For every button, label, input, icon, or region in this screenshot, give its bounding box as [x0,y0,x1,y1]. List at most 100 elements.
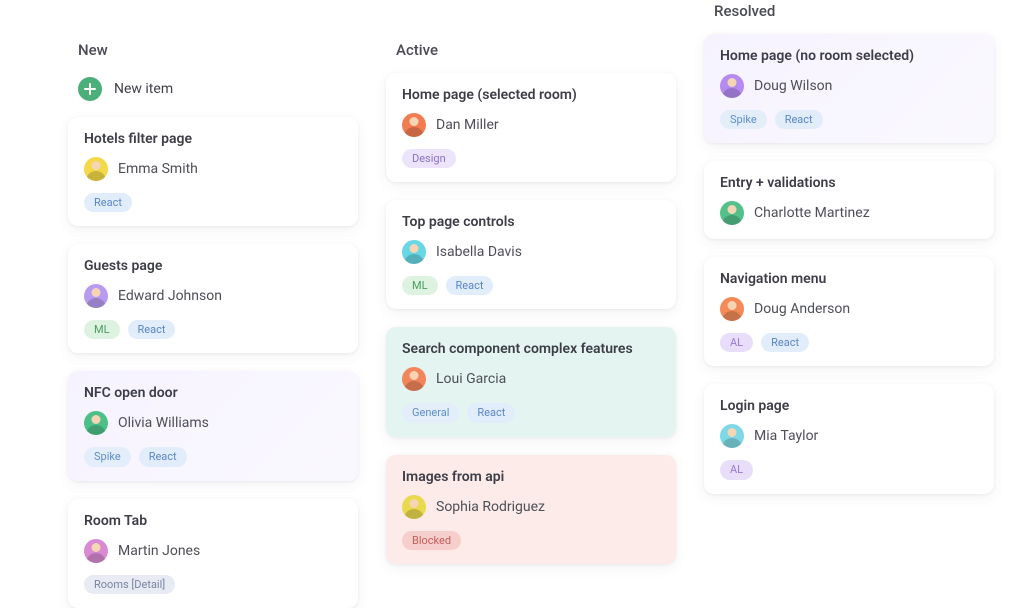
assignee-row: Doug Anderson [720,297,978,321]
column-new: New New item Hotels filter page Emma Smit… [68,36,358,608]
avatar [720,201,744,225]
pill-row: AL React [720,333,978,352]
assignee-row: Mia Taylor [720,424,978,448]
avatar [720,424,744,448]
task-card[interactable]: Entry + validations Charlotte Martinez [704,161,994,239]
avatar [402,113,426,137]
assignee-name: Isabella Davis [436,244,522,260]
task-card[interactable]: NFC open door Olivia Williams Spike React [68,371,358,480]
assignee-name: Olivia Williams [118,415,209,431]
pill-row: Design [402,149,660,168]
tag-pill[interactable]: Rooms [Detail] [84,575,175,594]
card-stack-new: Hotels filter pageEmma SmithReactGuests … [68,117,358,608]
tag-pill[interactable]: React [128,320,176,339]
plus-icon [78,77,102,101]
card-title: Home page (no room selected) [720,48,978,64]
pill-row: ML React [84,320,342,339]
tag-pill[interactable]: React [761,333,809,352]
pill-row: Blocked [402,531,660,550]
assignee-name: Doug Anderson [754,301,850,317]
assignee-name: Mia Taylor [754,428,818,444]
avatar [720,74,744,98]
tag-pill[interactable]: Spike [84,447,131,466]
assignee-name: Loui Garcia [436,371,506,387]
task-card[interactable]: Top page controls Isabella Davis ML React [386,200,676,309]
card-title: Home page (selected room) [402,87,660,103]
task-card[interactable]: Hotels filter page Emma Smith React [68,117,358,226]
assignee-row: Loui Garcia [402,367,660,391]
task-card[interactable]: Guests page Edward Johnson ML React [68,244,358,353]
task-card[interactable]: Room Tab Martin Jones Rooms [Detail] [68,499,358,608]
tag-pill[interactable]: React [467,403,515,422]
card-title: Navigation menu [720,271,978,287]
assignee-row: Olivia Williams [84,411,342,435]
pill-row: Rooms [Detail] [84,575,342,594]
avatar [84,539,108,563]
assignee-name: Edward Johnson [118,288,222,304]
assignee-name: Emma Smith [118,161,198,177]
assignee-name: Charlotte Martinez [754,205,870,221]
card-title: Top page controls [402,214,660,230]
avatar [402,240,426,264]
card-title: Images from api [402,469,660,485]
avatar [84,284,108,308]
avatar [84,411,108,435]
task-card[interactable]: Search component complex features Loui Ga… [386,327,676,436]
pill-row: General React [402,403,660,422]
assignee-name: Sophia Rodriguez [436,499,545,515]
column-title-resolved: Resolved [704,0,994,34]
card-stack-active: Home page (selected room) Dan Miller Desig… [386,73,676,564]
tag-pill[interactable]: ML [402,276,438,295]
tag-pill[interactable]: AL [720,333,753,352]
card-title: Guests page [84,258,342,274]
assignee-row: Dan Miller [402,113,660,137]
card-title: Room Tab [84,513,342,529]
assignee-name: Dan Miller [436,117,499,133]
task-card[interactable]: Images from api Sophia Rodriguez Blocked [386,455,676,564]
pill-row: AL [720,460,978,479]
column-resolved: Resolved Home page (no room selected) Dou… [704,0,994,608]
column-title-active: Active [386,36,676,73]
card-title: Search component complex features [402,341,660,357]
tag-pill[interactable]: ML [84,320,120,339]
tag-pill[interactable]: Blocked [402,531,461,550]
pill-row: React [84,193,342,212]
assignee-row: Edward Johnson [84,284,342,308]
task-card[interactable]: Home page (no room selected) Doug Wilson S… [704,34,994,143]
new-item-label: New item [114,81,173,97]
tag-pill[interactable]: Spike [720,110,767,129]
task-card[interactable]: Login page Mia TaylorAL [704,384,994,493]
avatar [84,157,108,181]
tag-pill[interactable]: General [402,403,459,422]
card-stack-resolved: Home page (no room selected) Doug Wilson S… [704,34,994,494]
assignee-row: Martin Jones [84,539,342,563]
card-title: Login page [720,398,978,414]
assignee-row: Charlotte Martinez [720,201,978,225]
card-title: Entry + validations [720,175,978,191]
tag-pill[interactable]: React [775,110,823,129]
task-card[interactable]: Navigation menu Doug AndersonAL React [704,257,994,366]
assignee-row: Emma Smith [84,157,342,181]
column-active: Active Home page (selected room) Dan Mill… [386,36,676,608]
assignee-row: Sophia Rodriguez [402,495,660,519]
assignee-row: Isabella Davis [402,240,660,264]
tag-pill[interactable]: React [84,193,132,212]
assignee-name: Doug Wilson [754,78,832,94]
kanban-board: New New item Hotels filter page Emma Smit… [0,0,1024,608]
pill-row: Spike React [84,447,342,466]
card-title: NFC open door [84,385,342,401]
column-title-new: New [68,36,358,73]
tag-pill[interactable]: React [139,447,187,466]
new-item-button[interactable]: New item [68,73,358,117]
assignee-name: Martin Jones [118,543,200,559]
tag-pill[interactable]: AL [720,460,753,479]
avatar [402,495,426,519]
tag-pill[interactable]: Design [402,149,456,168]
task-card[interactable]: Home page (selected room) Dan Miller Desig… [386,73,676,182]
tag-pill[interactable]: React [446,276,494,295]
pill-row: ML React [402,276,660,295]
assignee-row: Doug Wilson [720,74,978,98]
avatar [402,367,426,391]
card-title: Hotels filter page [84,131,342,147]
pill-row: Spike React [720,110,978,129]
